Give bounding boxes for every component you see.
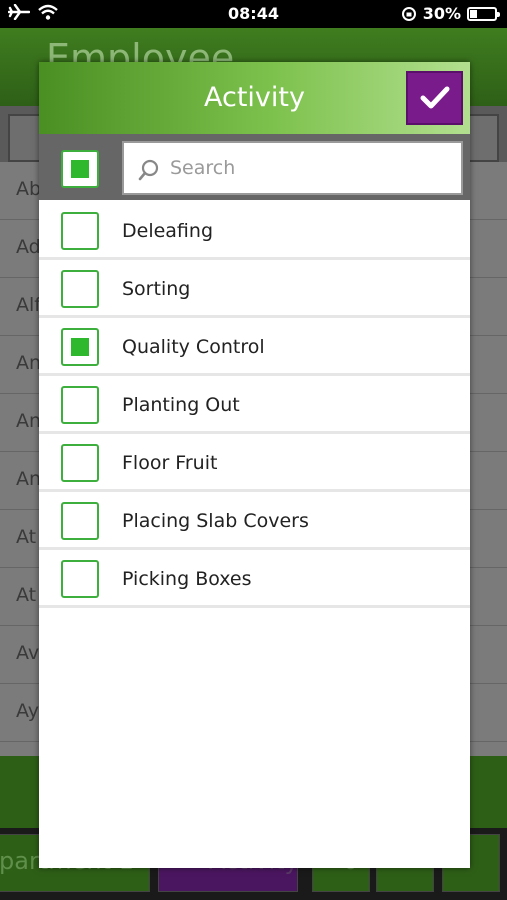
activity-list-item[interactable]: Picking Boxes bbox=[39, 550, 470, 608]
activity-list-item[interactable]: Placing Slab Covers bbox=[39, 492, 470, 550]
activity-checkbox[interactable] bbox=[61, 270, 99, 308]
checkmark-icon bbox=[420, 86, 449, 109]
activity-label: Deleafing bbox=[122, 220, 214, 242]
background-list-item-label: Ad bbox=[16, 236, 41, 258]
background-list-item-label: An bbox=[16, 410, 42, 432]
background-list-item-label: Ay bbox=[16, 700, 39, 722]
background-list-item-label: Alf bbox=[16, 294, 41, 316]
activity-list-item[interactable]: Quality Control bbox=[39, 318, 470, 376]
activity-label: Placing Slab Covers bbox=[122, 510, 309, 532]
activity-checkbox[interactable] bbox=[61, 328, 99, 366]
activity-checkbox[interactable] bbox=[61, 212, 99, 250]
dialog-toolbar bbox=[39, 134, 470, 200]
activity-list: Deleafing Sorting Quality Control Planting … bbox=[39, 202, 470, 608]
orientation-lock-icon bbox=[401, 6, 416, 21]
search-input[interactable] bbox=[170, 143, 450, 193]
activity-list-item[interactable]: Floor Fruit bbox=[39, 434, 470, 492]
confirm-button[interactable] bbox=[406, 71, 463, 125]
activity-picker-dialog: Activity Deleafing Sorting Quality Control… bbox=[39, 62, 470, 868]
background-list-item-label: At bbox=[16, 526, 37, 548]
background-list-item-label: At bbox=[16, 584, 37, 606]
activity-label: Sorting bbox=[122, 278, 191, 300]
select-all-checkbox[interactable] bbox=[61, 150, 99, 188]
battery-percent: 30% bbox=[422, 4, 461, 23]
status-right: 30% bbox=[401, 4, 500, 23]
search-icon bbox=[138, 159, 159, 181]
dialog-header: Activity bbox=[39, 62, 470, 134]
status-bar: 08:44 30% bbox=[0, 0, 507, 28]
background-list-item-label: Av bbox=[16, 642, 40, 664]
activity-label: Floor Fruit bbox=[122, 452, 218, 474]
activity-checkbox[interactable] bbox=[61, 560, 99, 598]
activity-label: Quality Control bbox=[122, 336, 265, 358]
activity-list-item[interactable]: Sorting bbox=[39, 260, 470, 318]
activity-label: Picking Boxes bbox=[122, 568, 252, 590]
background-list-item-label: An bbox=[16, 468, 42, 490]
battery-level bbox=[470, 9, 477, 18]
activity-checkbox[interactable] bbox=[61, 386, 99, 424]
activity-label: Planting Out bbox=[122, 394, 240, 416]
search-box[interactable] bbox=[122, 141, 463, 195]
background-list-item-label: An bbox=[16, 352, 42, 374]
activity-checkbox[interactable] bbox=[61, 444, 99, 482]
activity-list-item[interactable]: Planting Out bbox=[39, 376, 470, 434]
battery-icon bbox=[467, 6, 500, 21]
background-list-item-label: Ab bbox=[16, 178, 42, 200]
activity-checkbox[interactable] bbox=[61, 502, 99, 540]
activity-list-item[interactable]: Deleafing bbox=[39, 202, 470, 260]
